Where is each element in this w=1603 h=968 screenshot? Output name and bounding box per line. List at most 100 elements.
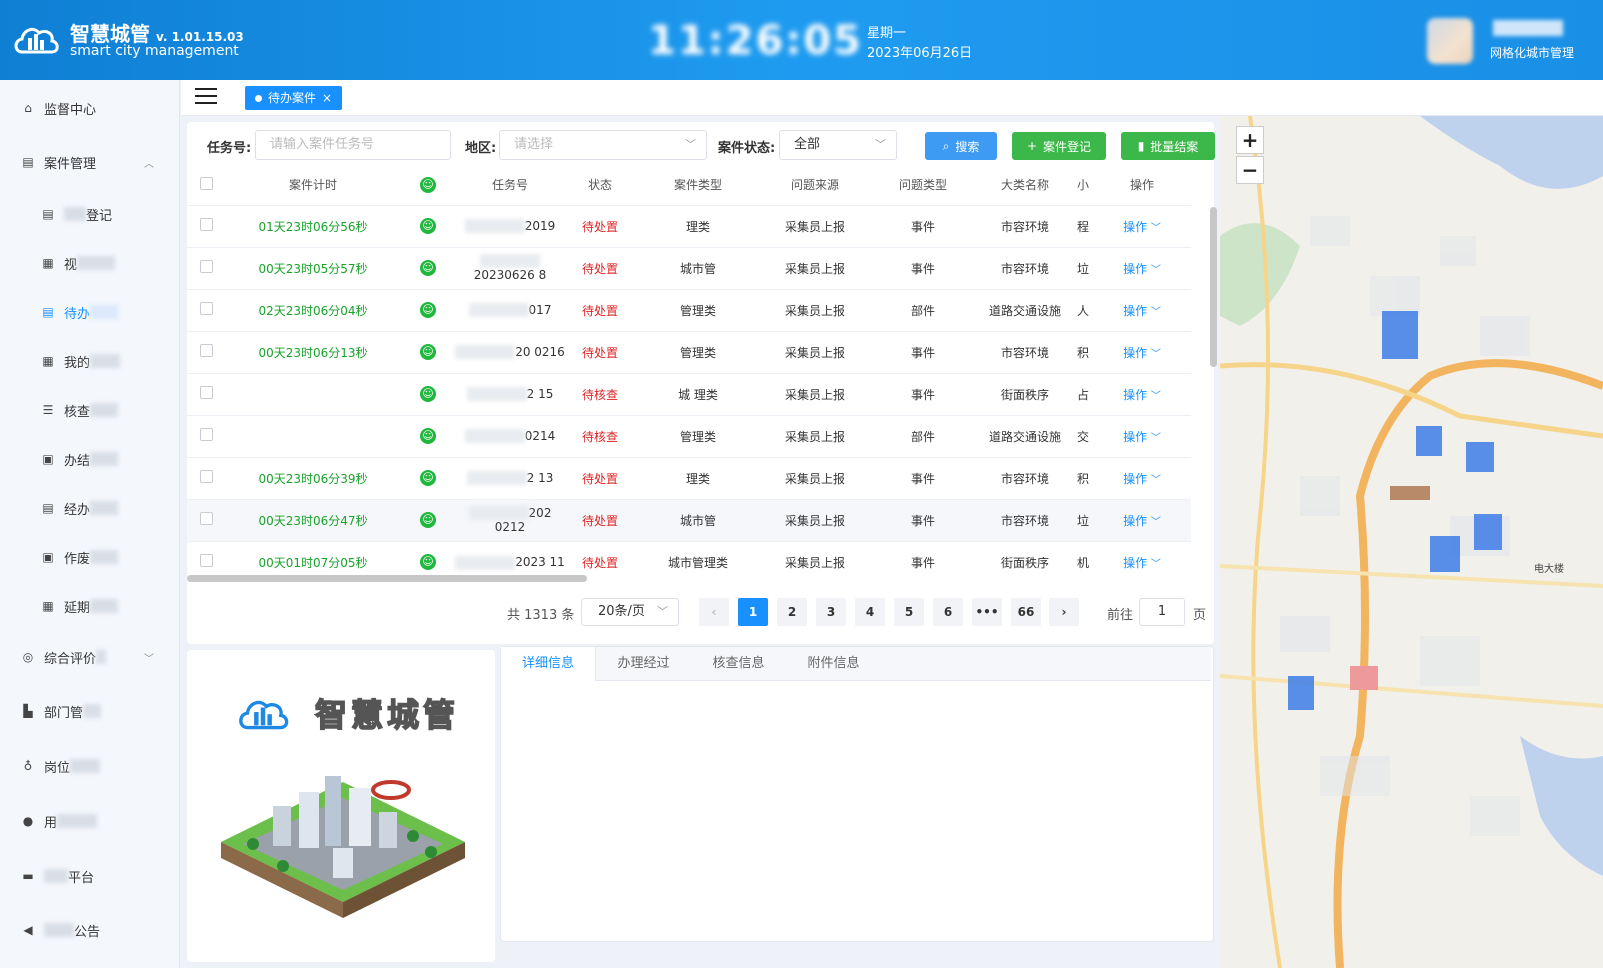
cell-ptype: 事件	[869, 540, 977, 575]
page-size-select[interactable]: 20条/页 ﹀	[581, 598, 679, 626]
page-button[interactable]: 3	[816, 598, 846, 626]
close-icon[interactable]: ×	[322, 86, 332, 110]
cell-type: 管理类	[635, 288, 761, 331]
status-select[interactable]: 全部 ﹀	[779, 130, 897, 160]
row-checkbox[interactable]	[199, 428, 213, 441]
sidebar-item-evaluation[interactable]: ◎ 综合评价 ﹀	[0, 637, 180, 677]
row-checkbox[interactable]	[199, 512, 213, 525]
register-case-button[interactable]: + 案件登记	[1012, 132, 1106, 160]
sidebar-item-mine[interactable]: ▦ 我的	[0, 341, 180, 381]
operate-dropdown[interactable]: 操作 ﹀	[1093, 288, 1191, 331]
chevron-down-icon: ﹀	[144, 653, 154, 665]
row-checkbox[interactable]	[199, 386, 213, 399]
home-icon: ⌂	[24, 101, 32, 115]
row-checkbox[interactable]	[199, 554, 213, 568]
weekday: 星期一	[867, 26, 907, 41]
chevron-down-icon: ﹀	[1150, 474, 1161, 486]
table-row[interactable]: 02天23时06分04秒 ☺ 017 待处置 管理类 采集员上报 部件 道路交通设施人操作 ﹀	[187, 288, 1191, 331]
table-row[interactable]: 00天23时06分39秒 ☺ 2 13 待处置 理类 采集员上报 事件 市容环境积操作 ﹀	[187, 456, 1191, 499]
sidebar-item-user[interactable]: ● 用	[0, 801, 180, 841]
horizontal-scrollbar[interactable]	[187, 575, 587, 582]
list-icon: ☰	[42, 403, 54, 417]
batch-close-button[interactable]: ▮ 批量结案	[1121, 132, 1215, 160]
sidebar-item-pending[interactable]: ▤ 待办	[0, 292, 180, 332]
grid-icon: ▦	[42, 354, 54, 368]
region-select[interactable]: 请选择 ﹀	[499, 130, 707, 160]
sidebar-item-extension[interactable]: ▦ 延期	[0, 586, 180, 626]
cell-type: 城 理类	[635, 372, 761, 415]
row-checkbox[interactable]	[199, 344, 213, 357]
speaker-icon: ◀	[23, 923, 33, 937]
page-button[interactable]: 66	[1011, 598, 1041, 626]
sidebar-item-closed[interactable]: ▣ 办结	[0, 439, 180, 479]
operate-dropdown[interactable]: 操作 ﹀	[1093, 330, 1191, 373]
table-row[interactable]: 00天23时06分47秒 ☺ 202 0212 待处置 城市管 采集员上报 事件 市容环境垃操…	[187, 498, 1191, 541]
page-button[interactable]: 2	[777, 598, 807, 626]
cell-status: 待处置	[565, 456, 635, 499]
sidebar-item-position[interactable]: ♁ 岗位	[0, 746, 180, 786]
map-view[interactable]: + − 电大楼	[1220, 116, 1603, 968]
table-row[interactable]: ☺ 2 15 待核查城 理类 采集员上报 事件 街面秩序占操作 ﹀	[187, 372, 1191, 415]
table-row[interactable]: 01天23时06分56秒 ☺ 2019 待处置 理类 采集员上报 事件 市容环境程操作 ﹀	[187, 204, 1191, 247]
col-category: 大类名称	[1000, 178, 1049, 193]
tab-detail-info[interactable]: 详细信息	[501, 647, 596, 681]
sidebar-item-video[interactable]: ▦ 视	[0, 243, 180, 283]
sidebar-item-case-management[interactable]: ▤ 案件管理 ︿	[0, 142, 180, 182]
operate-dropdown[interactable]: 操作 ﹀	[1093, 414, 1191, 457]
row-checkbox[interactable]	[199, 302, 213, 315]
sidebar-item-notice[interactable]: ◀ 公告	[0, 910, 180, 950]
page-button[interactable]: 4	[855, 598, 885, 626]
sidebar-item-void[interactable]: ▣ 作废	[0, 537, 180, 577]
page-button[interactable]: 5	[894, 598, 924, 626]
table-row[interactable]: 00天01时07分05秒 ☺ 2023 11 待处置 城市管理类 采集员上报 事件 街面秩序机…	[187, 540, 1191, 575]
select-all-checkbox[interactable]	[199, 176, 213, 190]
row-checkbox[interactable]	[199, 470, 213, 483]
row-checkbox[interactable]	[199, 218, 213, 231]
sidebar-item-register[interactable]: ▤ 登记	[0, 194, 180, 234]
cloud-logo-icon	[235, 692, 291, 736]
row-checkbox[interactable]	[199, 260, 213, 273]
cell-ptype: 部件	[869, 288, 977, 331]
page-button[interactable]: 1	[738, 598, 768, 626]
operate-dropdown[interactable]: 操作 ﹀	[1093, 246, 1191, 289]
smile-icon: ☺	[420, 302, 436, 318]
vertical-scrollbar[interactable]	[1210, 207, 1217, 367]
cell-ptype: 事件	[869, 330, 977, 373]
smile-icon: ☺	[420, 428, 436, 444]
zoom-in-button[interactable]: +	[1236, 126, 1264, 154]
operate-dropdown[interactable]: 操作 ﹀	[1093, 372, 1191, 415]
prev-page-button[interactable]: ‹	[699, 598, 729, 626]
zoom-out-button[interactable]: −	[1236, 156, 1264, 184]
cell-type: 管理类	[635, 330, 761, 373]
sidebar-item-department[interactable]: ▙ 部门管	[0, 691, 180, 731]
page-button[interactable]: •••	[972, 598, 1002, 626]
operate-dropdown[interactable]: 操作 ﹀	[1093, 498, 1191, 541]
next-page-button[interactable]: ›	[1049, 598, 1079, 626]
sidebar-item-sms[interactable]: ▬ 平台	[0, 856, 180, 896]
table-row[interactable]: 00天23时05分57秒 ☺ 20230626 8 待处置 城市管 采集员上报 事件 市容环境…	[187, 246, 1191, 289]
search-button[interactable]: ⌕ 搜索	[925, 132, 997, 160]
avatar[interactable]	[1427, 18, 1473, 64]
sidebar-item-handled[interactable]: ▤ 经办	[0, 488, 180, 528]
operate-dropdown[interactable]: 操作 ﹀	[1093, 540, 1191, 575]
sidebar-item-verify[interactable]: ☰ 核查	[0, 390, 180, 430]
tab-verify-info[interactable]: 核查信息	[691, 647, 786, 681]
goto-page-input[interactable]: 1	[1139, 598, 1185, 626]
tab-attachment-info[interactable]: 附件信息	[786, 647, 881, 681]
cell-type: 理类	[635, 456, 761, 499]
operate-dropdown[interactable]: 操作 ﹀	[1093, 456, 1191, 499]
username-blurred[interactable]	[1493, 20, 1563, 36]
tab-pending-cases[interactable]: 待办案件 ×	[245, 86, 343, 110]
table-row[interactable]: ☺ 0214 待核查 管理类 采集员上报 部件 道路交通设施交操作 ﹀	[187, 414, 1191, 457]
task-input[interactable]: 请输入案件任务号	[255, 130, 451, 160]
operate-dropdown[interactable]: 操作 ﹀	[1093, 204, 1191, 247]
table-row[interactable]: 00天23时06分13秒 ☺ 20 0216 待处置 管理类 采集员上报 事件 市容环境积操作…	[187, 330, 1191, 373]
tab-bar: 待办案件 ×	[181, 80, 1603, 116]
menu-toggle-icon[interactable]	[195, 88, 217, 106]
tab-process-history[interactable]: 办理经过	[596, 647, 691, 681]
chevron-down-icon: ﹀	[1150, 516, 1161, 528]
date: 2023年06月26日	[867, 46, 973, 61]
cell-type: 城市管理类	[635, 540, 761, 575]
page-button[interactable]: 6	[933, 598, 963, 626]
sidebar-item-supervision[interactable]: ⌂ 监督中心	[0, 88, 180, 128]
